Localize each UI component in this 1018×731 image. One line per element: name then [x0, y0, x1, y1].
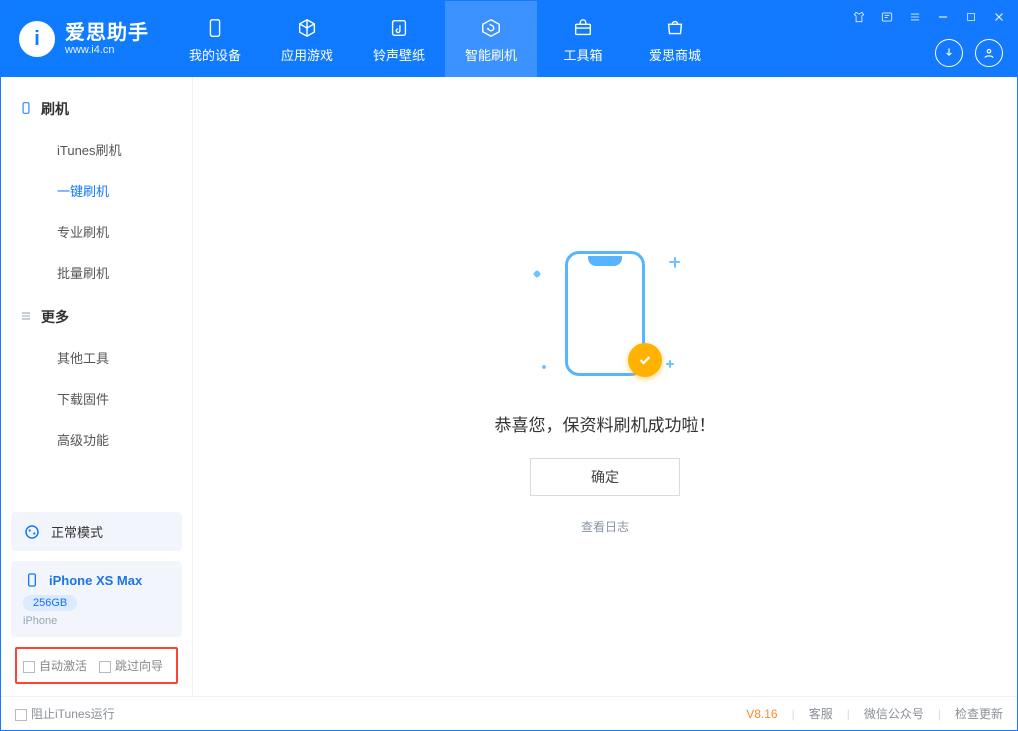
tab-label: 爱思商城 — [649, 45, 701, 64]
mode-label: 正常模式 — [51, 522, 103, 541]
sidebar-item-download-firmware[interactable]: 下载固件 — [1, 378, 192, 419]
header: i 爱思助手 www.i4.cn 我的设备 应用游戏 铃声壁纸 智能刷机 — [1, 1, 1017, 77]
app-site: www.i4.cn — [65, 44, 149, 56]
music-icon — [386, 15, 412, 41]
tab-my-device[interactable]: 我的设备 — [169, 1, 261, 77]
tab-ringtones-wallpapers[interactable]: 铃声壁纸 — [353, 1, 445, 77]
menu-icon[interactable] — [907, 9, 923, 25]
tab-apps-games[interactable]: 应用游戏 — [261, 1, 353, 77]
device-small-icon — [23, 571, 41, 589]
sidebar-item-advanced[interactable]: 高级功能 — [1, 419, 192, 460]
mode-card[interactable]: 正常模式 — [11, 512, 182, 551]
header-tabs: 我的设备 应用游戏 铃声壁纸 智能刷机 工具箱 爱思商城 — [169, 1, 721, 77]
device-name: iPhone XS Max — [49, 573, 142, 588]
store-icon — [662, 15, 688, 41]
view-log-link[interactable]: 查看日志 — [581, 518, 629, 535]
check-badge-icon — [628, 343, 662, 377]
sidebar-item-pro-flash[interactable]: 专业刷机 — [1, 211, 192, 252]
main-content: 恭喜您，保资料刷机成功啦！ 确定 查看日志 — [193, 77, 1017, 696]
skip-guide-label: 跳过向导 — [115, 659, 163, 673]
footer-link-wechat[interactable]: 微信公众号 — [864, 705, 924, 722]
device-card[interactable]: iPhone XS Max 256GB iPhone — [11, 561, 182, 637]
footer: 阻止iTunes运行 V8.16 | 客服 | 微信公众号 | 检查更新 — [1, 696, 1017, 730]
maximize-button[interactable] — [963, 9, 979, 25]
sidebar-group-flash: 刷机 — [1, 85, 192, 129]
sidebar-item-oneclick-flash[interactable]: 一键刷机 — [1, 170, 192, 211]
ok-button[interactable]: 确定 — [530, 458, 680, 496]
success-message: 恭喜您，保资料刷机成功啦！ — [495, 411, 716, 436]
account-button[interactable] — [975, 39, 1003, 67]
tab-label: 工具箱 — [563, 45, 602, 64]
bottom-options-highlight: 自动激活 跳过向导 — [15, 647, 178, 684]
app-name: 爱思助手 — [65, 22, 149, 44]
version-label: V8.16 — [746, 707, 777, 721]
sidebar-group-more: 更多 — [1, 293, 192, 337]
sidebar-item-batch-flash[interactable]: 批量刷机 — [1, 252, 192, 293]
skip-guide-checkbox[interactable]: 跳过向导 — [99, 657, 163, 674]
sidebar-item-itunes-flash[interactable]: iTunes刷机 — [1, 129, 192, 170]
device-icon — [202, 15, 228, 41]
tab-toolbox[interactable]: 工具箱 — [537, 1, 629, 77]
footer-link-update[interactable]: 检查更新 — [955, 705, 1003, 722]
footer-link-support[interactable]: 客服 — [809, 705, 833, 722]
device-type: iPhone — [23, 615, 170, 627]
block-itunes-checkbox[interactable]: 阻止iTunes运行 — [15, 705, 115, 722]
app-window: i 爱思助手 www.i4.cn 我的设备 应用游戏 铃声壁纸 智能刷机 — [0, 0, 1018, 731]
download-button[interactable] — [935, 39, 963, 67]
logo-icon: i — [19, 21, 55, 57]
close-button[interactable] — [991, 9, 1007, 25]
device-capacity-badge: 256GB — [23, 595, 77, 611]
feedback-icon[interactable] — [879, 9, 895, 25]
refresh-icon — [478, 15, 504, 41]
cube-icon — [294, 15, 320, 41]
window-controls — [851, 9, 1007, 25]
sidebar: 刷机 iTunes刷机 一键刷机 专业刷机 批量刷机 更多 其他工具 下载固件 … — [1, 77, 193, 696]
sidebar-bottom: 正常模式 iPhone XS Max 256GB iPhone 自动激活 跳过向… — [1, 504, 192, 696]
tab-smart-flash[interactable]: 智能刷机 — [445, 1, 537, 77]
body: 刷机 iTunes刷机 一键刷机 专业刷机 批量刷机 更多 其他工具 下载固件 … — [1, 77, 1017, 696]
header-right-buttons — [935, 39, 1003, 67]
tab-label: 铃声壁纸 — [373, 45, 425, 64]
tab-label: 我的设备 — [189, 45, 241, 64]
sidebar-item-other-tools[interactable]: 其他工具 — [1, 337, 192, 378]
list-icon — [19, 309, 33, 326]
tab-label: 应用游戏 — [281, 45, 333, 64]
block-itunes-label: 阻止iTunes运行 — [31, 707, 115, 721]
success-illustration — [520, 239, 690, 389]
skin-icon[interactable] — [851, 9, 867, 25]
mode-icon — [23, 523, 41, 541]
sidebar-group-title: 刷机 — [41, 99, 69, 119]
tab-label: 智能刷机 — [465, 45, 517, 64]
app-logo: i 爱思助手 www.i4.cn — [19, 21, 149, 57]
auto-activate-label: 自动激活 — [39, 659, 87, 673]
sidebar-group-title: 更多 — [41, 307, 69, 327]
auto-activate-checkbox[interactable]: 自动激活 — [23, 657, 87, 674]
tab-store[interactable]: 爱思商城 — [629, 1, 721, 77]
minimize-button[interactable] — [935, 9, 951, 25]
toolbox-icon — [570, 15, 596, 41]
phone-small-icon — [19, 101, 33, 118]
